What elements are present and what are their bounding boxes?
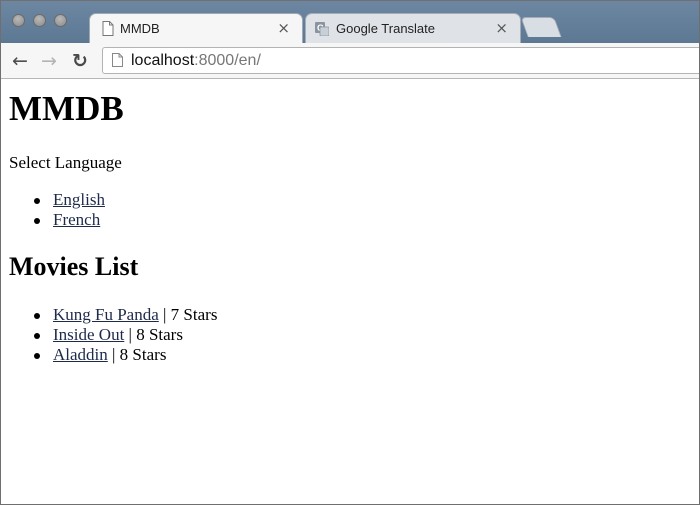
back-arrow-icon[interactable]: ← (9, 50, 31, 72)
page-title: MMDB (9, 89, 124, 128)
bullet-icon (34, 313, 40, 319)
page-content: MMDB Select Language English French Movi… (1, 80, 699, 504)
url-text[interactable]: localhost:8000/en/ (131, 52, 261, 70)
address-bar[interactable]: localhost:8000/en/ (102, 47, 699, 74)
tab-title: MMDB (120, 21, 160, 36)
language-link-french[interactable]: French (53, 210, 100, 229)
bullet-icon (34, 333, 40, 339)
list-item: Kung Fu Panda | 7 Stars (1, 305, 217, 325)
close-tab-icon[interactable]: × (277, 19, 290, 37)
list-item: French (1, 210, 105, 230)
language-link-english[interactable]: English (53, 190, 105, 209)
forward-arrow-icon[interactable]: → (38, 50, 60, 72)
tab-google-translate[interactable]: G Google Translate × (305, 13, 521, 43)
tab-strip: MMDB × G Google Translate × (1, 1, 699, 43)
tab-mmdb[interactable]: MMDB × (89, 13, 303, 43)
bullet-icon (34, 198, 40, 204)
zoom-window-button[interactable] (54, 14, 67, 27)
bullet-icon (34, 353, 40, 359)
list-item: Inside Out | 8 Stars (1, 325, 217, 345)
browser-toolbar: ← → ↻ localhost:8000/en/ (1, 43, 699, 79)
url-path: :8000/en/ (194, 52, 261, 69)
movie-rating: | 8 Stars (124, 325, 183, 344)
movie-list: Kung Fu Panda | 7 Stars Inside Out | 8 S… (1, 305, 217, 365)
list-item: English (1, 190, 105, 210)
movie-link[interactable]: Aladdin (53, 345, 108, 364)
movie-rating: | 8 Stars (107, 345, 167, 364)
close-window-button[interactable] (12, 14, 25, 27)
close-tab-icon[interactable]: × (495, 19, 508, 37)
movie-link[interactable]: Inside Out (53, 325, 124, 344)
list-item: Aladdin | 8 Stars (1, 345, 217, 365)
minimize-window-button[interactable] (33, 14, 46, 27)
reload-icon[interactable]: ↻ (69, 50, 91, 72)
url-host: localhost (131, 52, 195, 69)
movie-rating: | 7 Stars (158, 305, 218, 324)
google-translate-icon: G (315, 22, 329, 36)
select-language-label: Select Language (9, 153, 122, 172)
page-icon (102, 21, 114, 36)
movie-link[interactable]: Kung Fu Panda (53, 305, 159, 324)
tab-title: Google Translate (336, 21, 436, 36)
bullet-icon (34, 218, 40, 224)
language-list: English French (1, 190, 105, 230)
new-tab-button[interactable] (520, 17, 562, 37)
movies-heading: Movies List (9, 252, 139, 281)
page-icon (112, 53, 123, 67)
browser-window: MMDB × G Google Translate × ← → ↻ localh… (0, 0, 700, 505)
